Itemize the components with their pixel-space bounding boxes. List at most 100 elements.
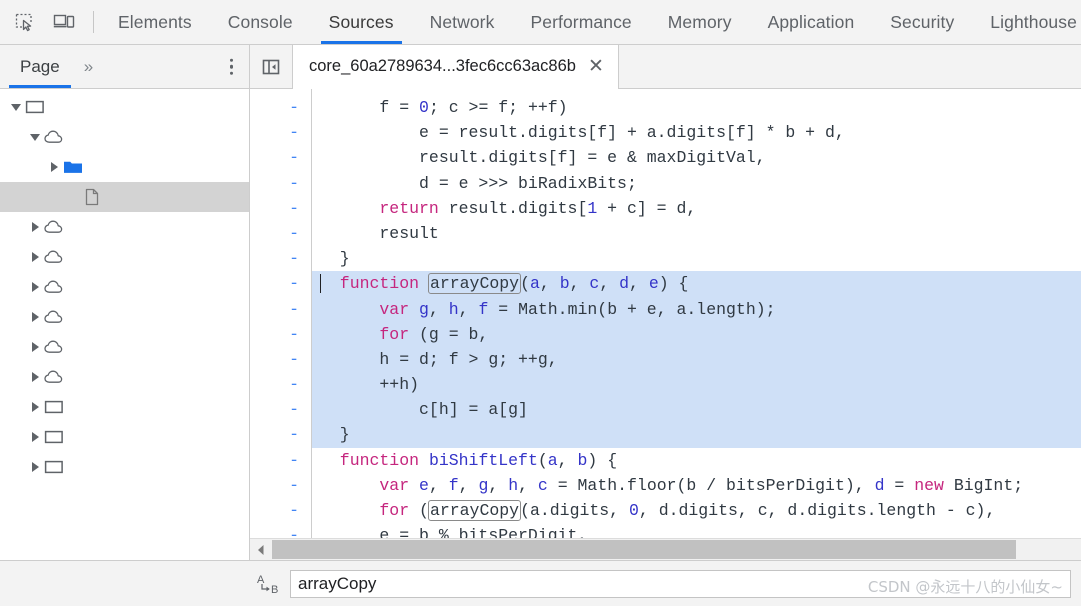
code-token: d	[874, 475, 885, 495]
code-line[interactable]: }	[312, 422, 1081, 448]
tree-item[interactable]	[0, 452, 249, 482]
code-line[interactable]: for (arrayCopy(a.digits, 0, d.digits, c,…	[312, 498, 1081, 523]
code-token: (a.digits,	[520, 501, 629, 520]
svg-text:B: B	[271, 584, 278, 596]
file-tab[interactable]: core_60a2789634...3fec6cc63ac86b ✕	[292, 45, 619, 89]
twisty[interactable]	[27, 432, 43, 442]
devtools-main-toolbar: Elements Console Sources Network Perform…	[0, 0, 1081, 45]
code-token: for	[320, 324, 410, 344]
tree-item[interactable]	[0, 212, 249, 242]
hide-navigator-icon[interactable]	[250, 45, 292, 88]
code-token: , d.digits, c, d.digits.length - c),	[638, 501, 996, 520]
navigator-kebab-icon[interactable]	[229, 58, 233, 75]
tree-item[interactable]	[0, 242, 249, 272]
code-token: a	[529, 274, 540, 294]
tab-lighthouse[interactable]: Lighthouse	[972, 0, 1081, 44]
code-token: result	[320, 223, 439, 243]
twisty[interactable]	[27, 372, 43, 382]
scrollbar-thumb[interactable]	[272, 539, 1017, 559]
code-line[interactable]: e = b % bitsPerDigit,	[312, 523, 1081, 538]
code-editor[interactable]: --------------------- f = 0; c >= f; ++f…	[250, 89, 1081, 538]
twisty-expanded-icon[interactable]	[30, 133, 40, 141]
tree-item[interactable]	[0, 182, 249, 212]
twisty[interactable]	[27, 252, 43, 262]
code-line[interactable]: ++h)	[312, 372, 1081, 398]
code-line[interactable]: return result.digits[1 + c] = d,	[312, 196, 1081, 221]
tab-memory[interactable]: Memory	[650, 0, 750, 44]
tree-item[interactable]	[0, 122, 249, 152]
tab-performance[interactable]: Performance	[512, 0, 649, 44]
twisty-collapsed-icon[interactable]	[31, 342, 39, 352]
scrollbar-track[interactable]	[272, 538, 1081, 561]
code-line[interactable]: var g, h, f = Math.min(b + e, a.length);	[312, 296, 1081, 322]
code-line[interactable]: c[h] = a[g]	[312, 397, 1081, 423]
line-number: -	[289, 400, 299, 420]
code-token: e	[419, 475, 429, 495]
code-token: g	[478, 475, 489, 495]
tab-console[interactable]: Console	[210, 0, 311, 44]
code-line[interactable]: e = result.digits[f] + a.digits[f] * b +…	[312, 120, 1081, 145]
tab-elements[interactable]: Elements	[100, 0, 210, 44]
twisty[interactable]	[27, 282, 43, 292]
code-line[interactable]: d = e >>> biRadixBits;	[312, 171, 1081, 196]
code-line[interactable]: }	[312, 246, 1081, 271]
line-number: -	[289, 123, 299, 143]
twisty-collapsed-icon[interactable]	[31, 222, 39, 232]
twisty[interactable]	[8, 103, 24, 111]
line-number: -	[289, 299, 299, 319]
tree-item[interactable]	[0, 302, 249, 332]
twisty[interactable]	[27, 222, 43, 232]
twisty-collapsed-icon[interactable]	[31, 252, 39, 262]
tree-item[interactable]	[0, 422, 249, 452]
code-line[interactable]: result.digits[f] = e & maxDigitVal,	[312, 145, 1081, 170]
code-token: var	[320, 475, 410, 495]
tree-item[interactable]	[0, 332, 249, 362]
navigator-more-label: »	[83, 56, 94, 76]
twisty-expanded-icon[interactable]	[11, 103, 21, 111]
twisty-collapsed-icon[interactable]	[31, 402, 39, 412]
code-line[interactable]: h = d; f > g; ++g,	[312, 346, 1081, 373]
tab-security[interactable]: Security	[872, 0, 972, 44]
twisty[interactable]	[27, 133, 43, 141]
device-toolbar-icon[interactable]	[49, 7, 79, 37]
svg-text:A: A	[257, 574, 265, 586]
twisty-collapsed-icon[interactable]	[31, 282, 39, 292]
code-token: = Math.min(b + e, a.length);	[488, 299, 776, 319]
code-line[interactable]: result	[312, 221, 1081, 246]
code-line[interactable]: function arrayCopy(a, b, c, d, e) {	[312, 271, 1081, 297]
code-line[interactable]: for (g = b,	[312, 321, 1081, 347]
code-line[interactable]: f = 0; c >= f; ++f)	[312, 95, 1081, 120]
code-line[interactable]: function biShiftLeft(a, b) {	[312, 448, 1081, 473]
twisty[interactable]	[27, 312, 43, 322]
close-icon[interactable]: ✕	[588, 57, 604, 76]
twisty[interactable]	[46, 162, 62, 172]
tree-item[interactable]	[0, 392, 249, 422]
twisty[interactable]	[27, 462, 43, 472]
scroll-left-arrow-icon[interactable]	[250, 544, 272, 556]
rename-input[interactable]	[290, 569, 1071, 598]
twisty-collapsed-icon[interactable]	[31, 312, 39, 322]
tab-sources[interactable]: Sources	[311, 0, 412, 44]
code-content[interactable]: f = 0; c >= f; ++f) e = result.digits[f]…	[312, 89, 1081, 538]
twisty-collapsed-icon[interactable]	[31, 462, 39, 472]
cloud-icon	[43, 219, 65, 235]
horizontal-scrollbar[interactable]	[250, 538, 1081, 561]
tab-network[interactable]: Network	[412, 0, 513, 44]
tab-application[interactable]: Application	[750, 0, 873, 44]
code-token: ,	[428, 475, 449, 495]
twisty-collapsed-icon[interactable]	[31, 372, 39, 382]
code-line[interactable]: var e, f, g, h, c = Math.floor(b / bitsP…	[312, 473, 1081, 498]
tree-item[interactable]	[0, 152, 249, 182]
inspect-element-icon[interactable]	[9, 7, 39, 37]
twisty-collapsed-icon[interactable]	[50, 162, 58, 172]
twisty-collapsed-icon[interactable]	[31, 432, 39, 442]
twisty[interactable]	[27, 342, 43, 352]
panel-tab-strip: Elements Console Sources Network Perform…	[100, 0, 1081, 44]
code-token: result.digits[	[438, 198, 588, 218]
twisty[interactable]	[27, 402, 43, 412]
navigator-more-tabs-chevron-icon[interactable]: »	[83, 56, 94, 77]
tree-item[interactable]	[0, 272, 249, 302]
tree-item[interactable]	[0, 362, 249, 392]
tree-item[interactable]	[0, 92, 249, 122]
navigator-tab-page[interactable]: Page	[9, 45, 71, 88]
